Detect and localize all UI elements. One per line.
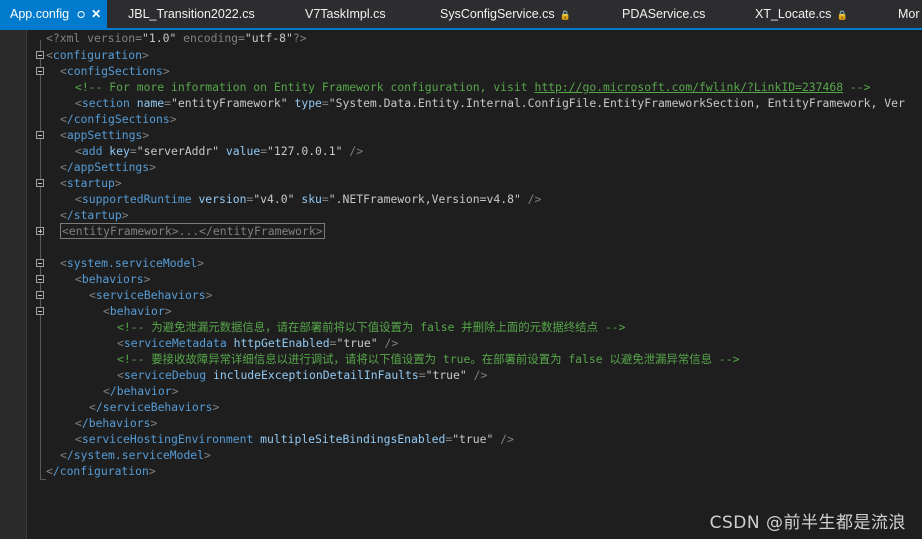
collapse-toggle-icon[interactable]: [36, 131, 44, 139]
code-line-16: <behaviors>: [75, 272, 151, 286]
tab-label: PDAService.cs: [622, 7, 706, 21]
code-line-27: </system.serviceModel>: [60, 448, 211, 462]
csdn-watermark: CSDN @前半生都是流浪: [709, 513, 906, 533]
code-line-8: <add key="serverAddr" value="127.0.0.1" …: [75, 144, 364, 158]
tab-v7taskimpl[interactable]: V7TaskImpl.cs: [305, 0, 386, 28]
pin-icon[interactable]: ⭘: [77, 10, 85, 21]
code-line-13: <entityFramework>...</entityFramework>: [60, 223, 325, 239]
code-line-4: <!-- For more information on Entity Fram…: [75, 80, 871, 94]
tab-label: XT_Locate.cs: [755, 7, 832, 21]
code-line-9: </appSettings>: [60, 160, 157, 174]
tab-overflow[interactable]: Mor: [898, 0, 920, 28]
lock-icon: 🔒: [559, 10, 571, 20]
close-icon[interactable]: ✕: [91, 7, 101, 21]
code-line-11: <supportedRuntime version="v4.0" sku=".N…: [75, 192, 542, 206]
document-tab-bar: App.config ⭘ ✕ JBL_Transition2022.cs V7Tas…: [0, 0, 922, 30]
tab-label: SysConfigService.cs: [440, 7, 555, 21]
collapse-toggle-icon[interactable]: [36, 307, 44, 315]
code-line-15: <system.serviceModel>: [60, 256, 205, 270]
code-line-24: </serviceBehaviors>: [89, 400, 220, 414]
tab-pdaservice[interactable]: PDAService.cs: [622, 0, 705, 28]
collapse-toggle-icon[interactable]: [36, 67, 44, 75]
code-line-3: <configSections>: [60, 64, 170, 78]
collapse-toggle-icon[interactable]: [36, 275, 44, 283]
tab-app-config[interactable]: App.config ⭘ ✕: [0, 0, 107, 28]
code-line-12: </startup>: [60, 208, 129, 222]
code-line-7: <appSettings>: [60, 128, 150, 142]
tab-label: Mor: [898, 7, 920, 21]
code-line-5: <section name="entityFramework" type="Sy…: [75, 96, 905, 110]
code-line-22: <serviceDebug includeExceptionDetailInFa…: [117, 368, 488, 382]
code-line-19: <!-- 为避免泄漏元数据信息，请在部署前将以下值设置为 false 并删除上面…: [117, 320, 626, 334]
tab-jbl-transition[interactable]: JBL_Transition2022.cs: [128, 0, 255, 28]
tab-label: JBL_Transition2022.cs: [128, 7, 255, 21]
tab-xt-locate[interactable]: XT_Locate.cs 🔒: [755, 0, 848, 28]
tab-label: App.config: [10, 7, 70, 21]
code-line-28: </configuration>: [46, 464, 156, 478]
editor-left-gutter: [0, 30, 26, 539]
code-line-10: <startup>: [60, 176, 122, 190]
collapsed-region[interactable]: <entityFramework>...</entityFramework>: [60, 223, 325, 239]
code-line-2: <configuration>: [46, 48, 149, 62]
code-line-18: <behavior>: [103, 304, 172, 318]
tab-sysconfigservice[interactable]: SysConfigService.cs 🔒: [440, 0, 571, 28]
code-line-6: </configSections>: [60, 112, 177, 126]
code-line-25: </behaviors>: [75, 416, 158, 430]
code-line-17: <serviceBehaviors>: [89, 288, 213, 302]
tab-label: V7TaskImpl.cs: [305, 7, 386, 21]
lock-icon: 🔒: [836, 10, 848, 20]
outline-guide: [40, 479, 46, 480]
code-line-21: <!-- 要接收故障异常详细信息以进行调试，请将以下值设置为 true。在部署前…: [117, 352, 740, 366]
code-editor[interactable]: <?xml version="1.0" encoding="utf-8"?> <…: [27, 30, 922, 539]
collapse-toggle-icon[interactable]: [36, 179, 44, 187]
collapse-toggle-icon[interactable]: [36, 291, 44, 299]
code-line-1: <?xml version="1.0" encoding="utf-8"?>: [46, 31, 307, 45]
fwlink-url[interactable]: http://go.microsoft.com/fwlink/?LinkID=2…: [534, 80, 843, 94]
collapse-toggle-icon[interactable]: [36, 51, 44, 59]
expand-toggle-icon[interactable]: [36, 227, 44, 235]
code-line-20: <serviceMetadata httpGetEnabled="true" /…: [117, 336, 399, 350]
collapse-toggle-icon[interactable]: [36, 259, 44, 267]
code-line-26: <serviceHostingEnvironment multipleSiteB…: [75, 432, 514, 446]
code-line-23: </behavior>: [103, 384, 179, 398]
